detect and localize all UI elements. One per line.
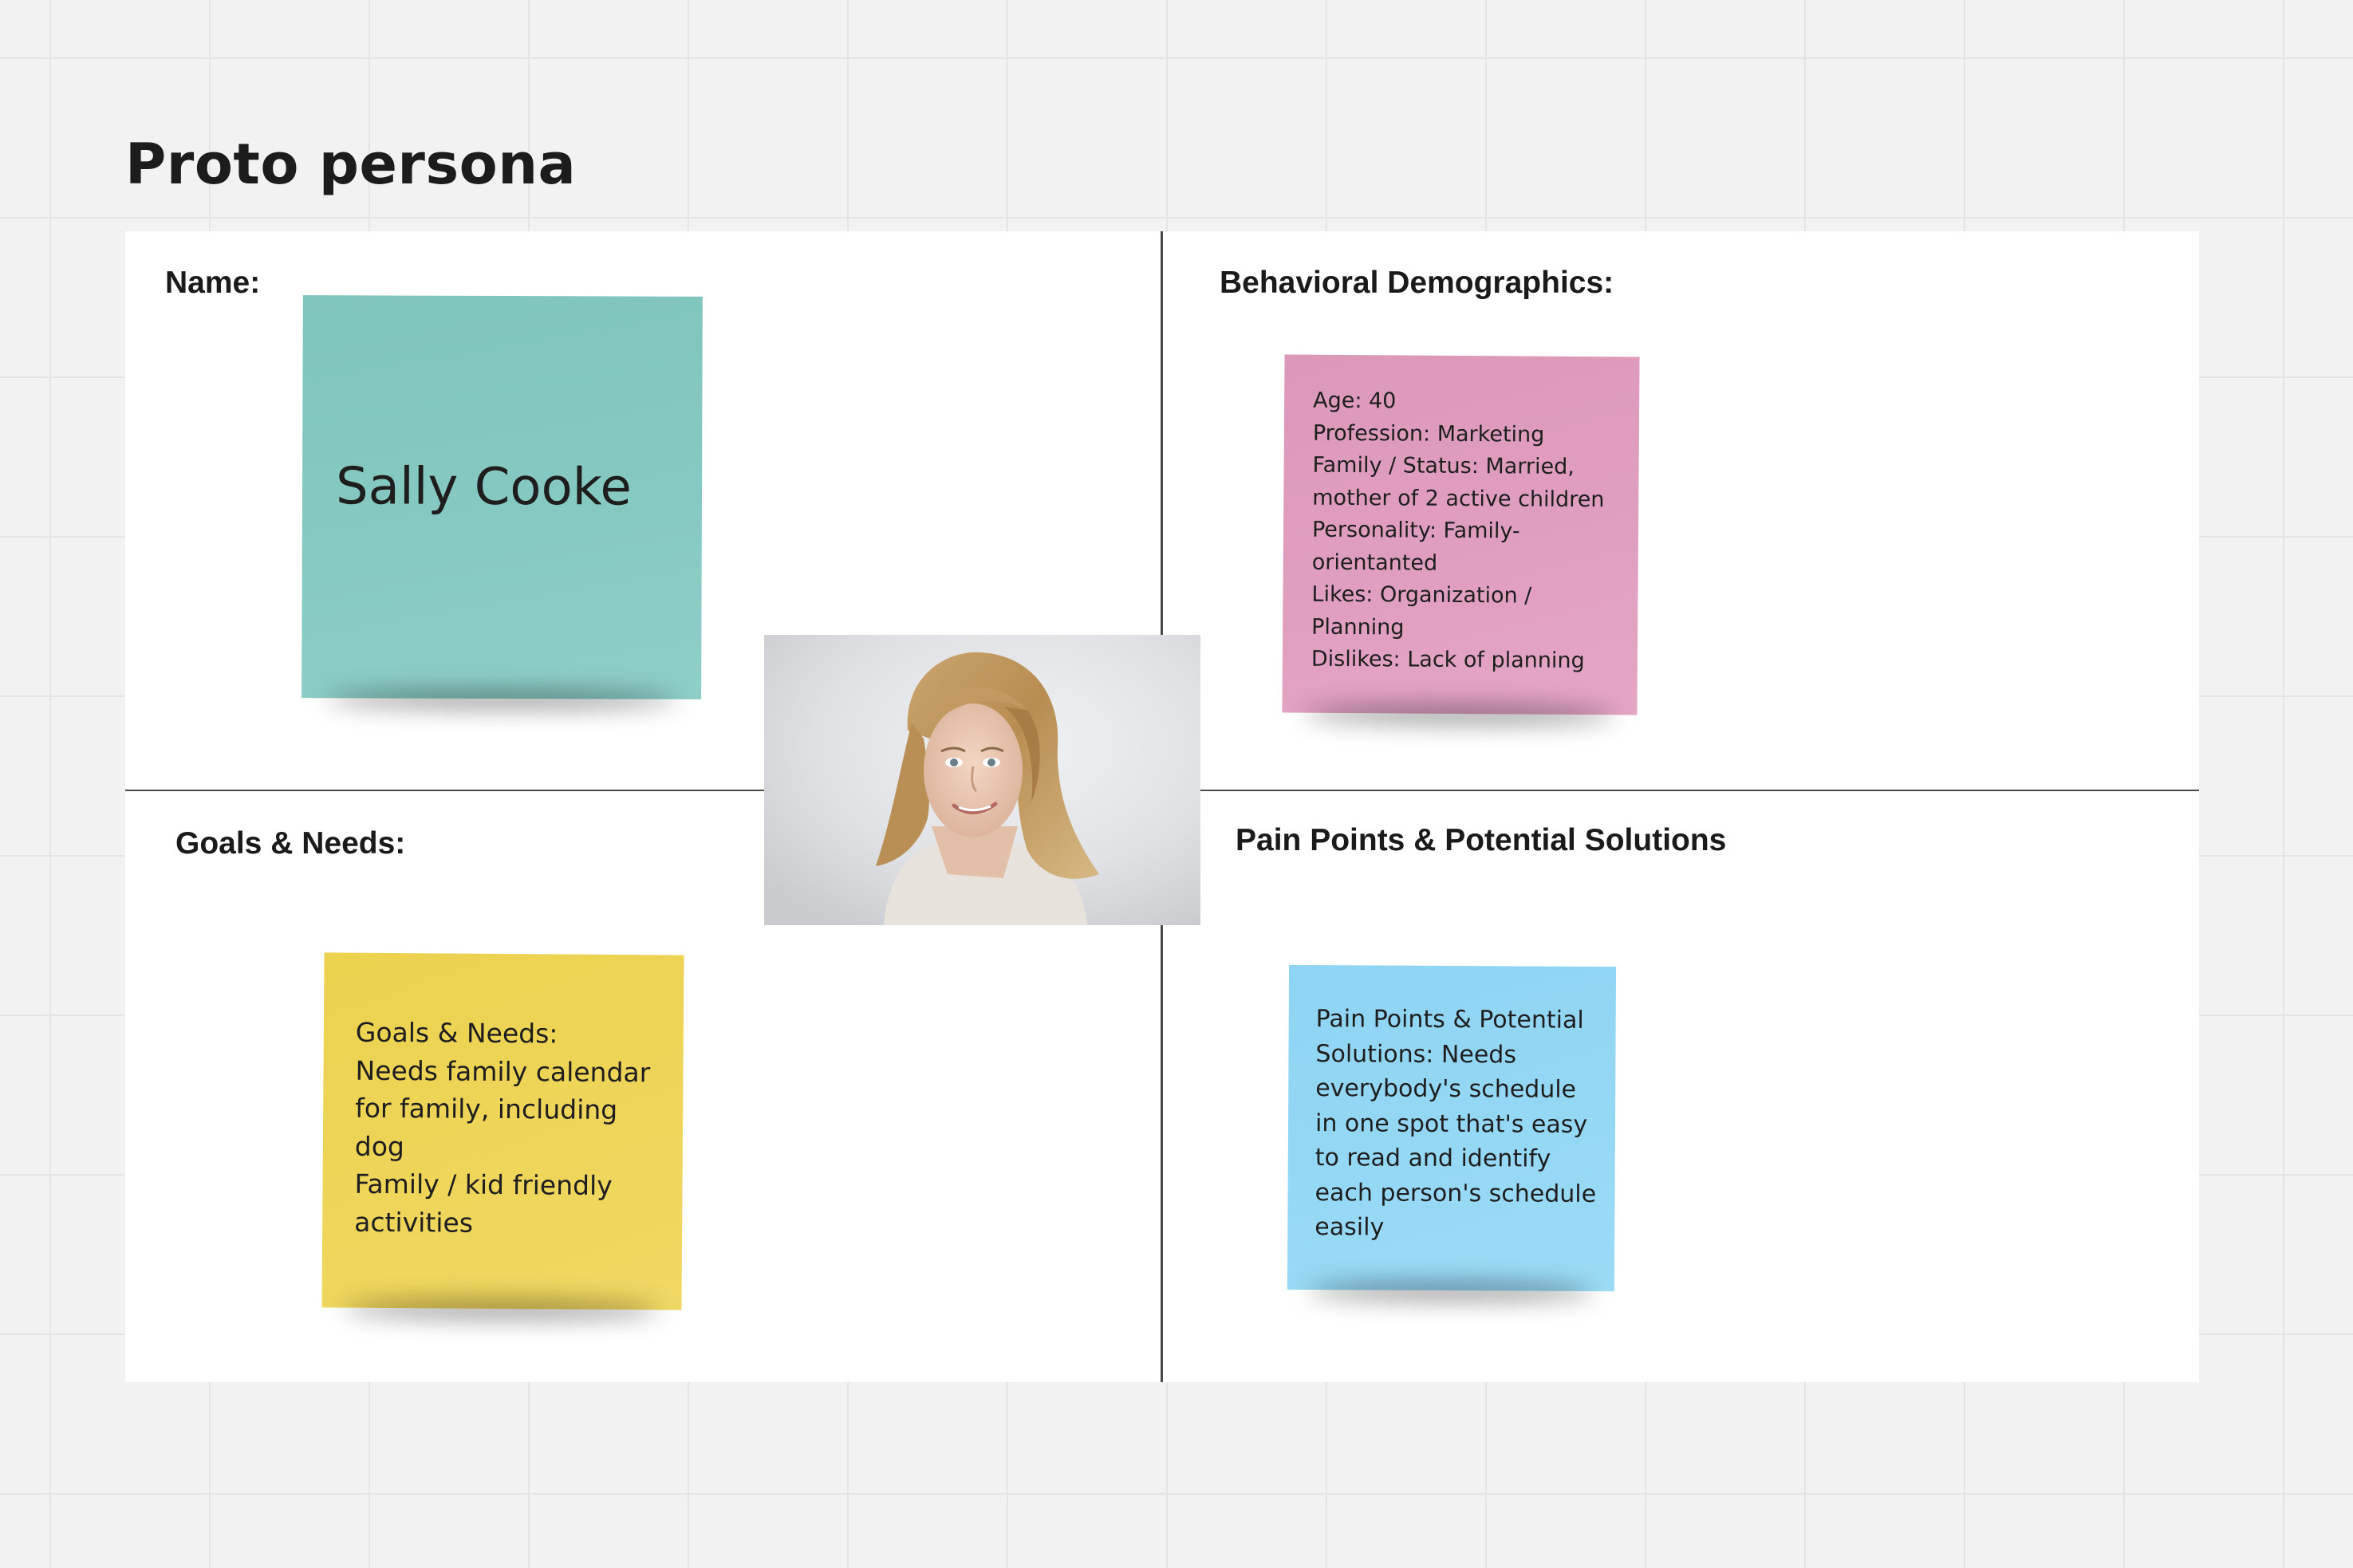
- sticky-note-behavioral-demographics[interactable]: Age: 40 Profession: Marketing Family / S…: [1282, 354, 1640, 715]
- sticky-note-behavioral-text: Age: 40 Profession: Marketing Family / S…: [1311, 388, 1605, 674]
- sticky-note-pain-points-text: Pain Points & Potential Solutions: Needs…: [1314, 1005, 1597, 1242]
- name-label: Name:: [165, 266, 261, 300]
- behavioral-demographics-label: Behavioral Demographics:: [1220, 266, 1614, 300]
- sticky-note-name[interactable]: Sally Cooke: [302, 295, 703, 699]
- goals-needs-label: Goals & Needs:: [175, 826, 406, 861]
- sticky-note-name-text: Sally Cooke: [335, 457, 632, 518]
- sticky-note-goals-needs[interactable]: Goals & Needs: Needs family calendar for…: [321, 952, 684, 1310]
- sticky-note-goals-text: Goals & Needs: Needs family calendar for…: [354, 1016, 651, 1239]
- woman-portrait-image: [764, 635, 1200, 925]
- page-title: Proto persona: [125, 132, 577, 197]
- pain-points-label: Pain Points & Potential Solutions: [1236, 823, 1727, 857]
- sticky-note-pain-points[interactable]: Pain Points & Potential Solutions: Needs…: [1287, 964, 1617, 1292]
- persona-photo[interactable]: [764, 635, 1200, 925]
